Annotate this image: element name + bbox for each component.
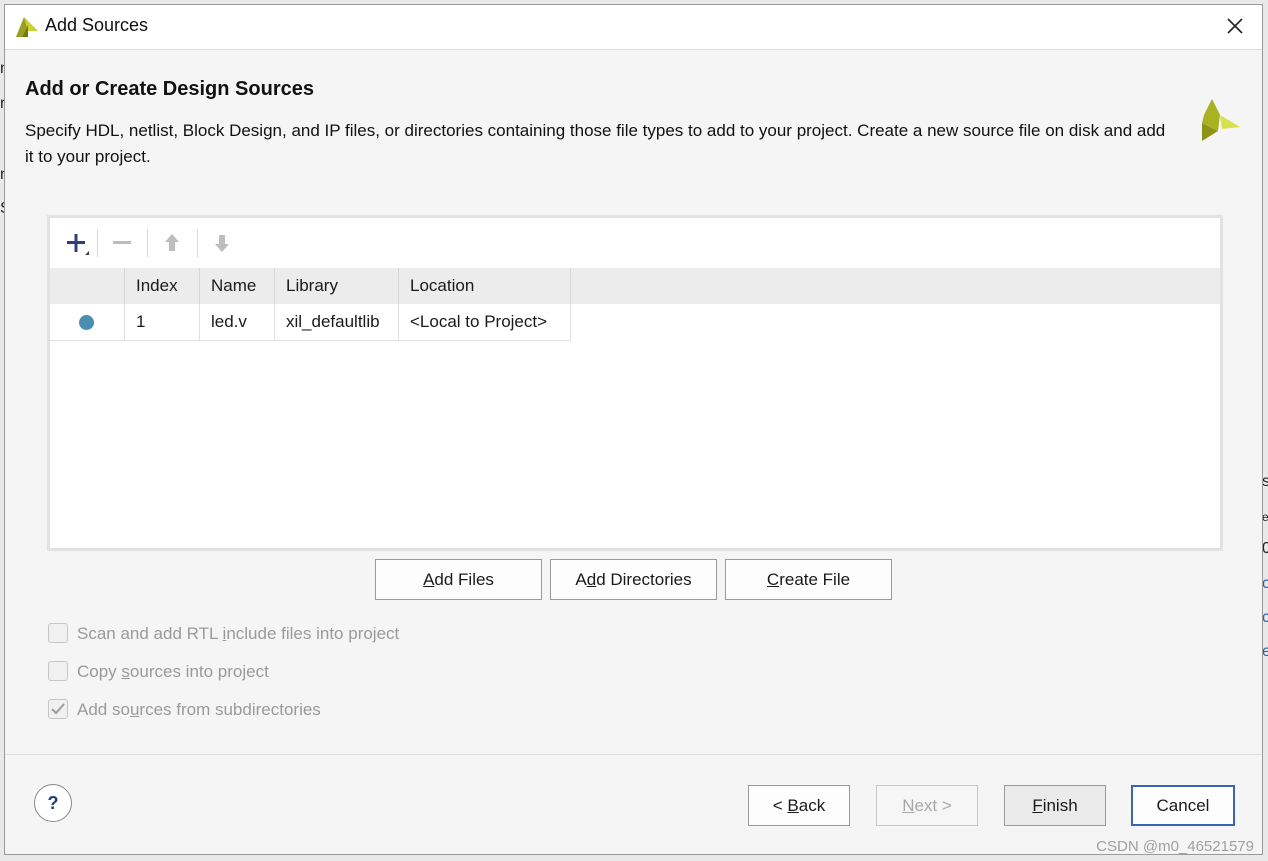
table-toolbar bbox=[50, 218, 1220, 266]
column-header-status[interactable] bbox=[50, 268, 125, 304]
minus-icon bbox=[113, 241, 131, 244]
toolbar-divider bbox=[147, 229, 148, 257]
add-source-button[interactable] bbox=[58, 226, 94, 260]
cancel-button[interactable]: Cancel bbox=[1131, 785, 1235, 826]
move-up-button[interactable] bbox=[154, 226, 190, 260]
toolbar-divider bbox=[97, 229, 98, 257]
add-files-button[interactable]: Add Files bbox=[375, 559, 542, 600]
index-cell: 1 bbox=[125, 304, 200, 341]
column-header-name[interactable]: Name bbox=[200, 268, 275, 304]
vivado-logo-icon bbox=[1202, 99, 1240, 141]
mnemonic: A bbox=[423, 570, 435, 589]
checkbox-label: Add sources from subdirectories bbox=[77, 700, 321, 719]
footer-divider bbox=[5, 754, 1262, 755]
title-bar[interactable]: Add Sources bbox=[5, 5, 1262, 50]
next-button[interactable]: Next > bbox=[876, 785, 978, 826]
arrow-up-icon bbox=[165, 234, 179, 251]
mnemonic: C bbox=[766, 570, 780, 589]
button-label: A bbox=[575, 570, 587, 589]
checkbox[interactable] bbox=[48, 699, 68, 719]
close-icon[interactable] bbox=[1220, 11, 1250, 41]
add-directories-button[interactable]: Add Directories bbox=[550, 559, 717, 600]
checkbox[interactable] bbox=[48, 623, 68, 643]
checkbox-label: Copy sources into project bbox=[77, 662, 269, 681]
checkbox[interactable] bbox=[48, 661, 68, 681]
add-sources-dialog: Add Sources Add or Create Design Sources… bbox=[4, 4, 1263, 855]
table-header: Index Name Library Location bbox=[50, 268, 1220, 304]
remove-source-button[interactable] bbox=[104, 226, 140, 260]
help-button[interactable]: ? bbox=[34, 784, 72, 822]
column-header-library[interactable]: Library bbox=[275, 268, 399, 304]
checkbox-label: Scan and add RTL include files into proj… bbox=[77, 624, 400, 643]
back-button[interactable]: < Back bbox=[748, 785, 850, 826]
button-label: reate File bbox=[779, 570, 851, 589]
checkmark-icon bbox=[51, 703, 65, 715]
status-cell bbox=[50, 304, 125, 341]
mnemonic: d bbox=[586, 570, 597, 589]
sources-table-panel: Index Name Library Location 1 led.v xil_… bbox=[47, 215, 1223, 551]
page-description: Specify HDL, netlist, Block Design, and … bbox=[25, 121, 1166, 166]
library-cell: xil_defaultlib bbox=[275, 304, 399, 341]
location-cell: <Local to Project> bbox=[399, 304, 571, 341]
column-header-location[interactable]: Location bbox=[399, 268, 571, 304]
button-label: d Directories bbox=[596, 570, 692, 589]
toolbar-divider bbox=[197, 229, 198, 257]
column-header-index[interactable]: Index bbox=[125, 268, 200, 304]
name-cell: led.v bbox=[200, 304, 275, 341]
button-label: dd Files bbox=[434, 570, 494, 589]
watermark: CSDN @m0_46521579 bbox=[1096, 838, 1254, 855]
finish-button[interactable]: Finish bbox=[1004, 785, 1106, 826]
window-title: Add Sources bbox=[45, 15, 149, 35]
create-file-button[interactable]: Create File bbox=[725, 559, 892, 600]
page-title: Add or Create Design Sources bbox=[25, 78, 314, 100]
vivado-logo-icon bbox=[16, 17, 38, 37]
status-dot-icon bbox=[79, 315, 94, 330]
plus-icon bbox=[67, 234, 89, 255]
move-down-button[interactable] bbox=[204, 226, 240, 260]
arrow-down-icon bbox=[215, 235, 229, 252]
